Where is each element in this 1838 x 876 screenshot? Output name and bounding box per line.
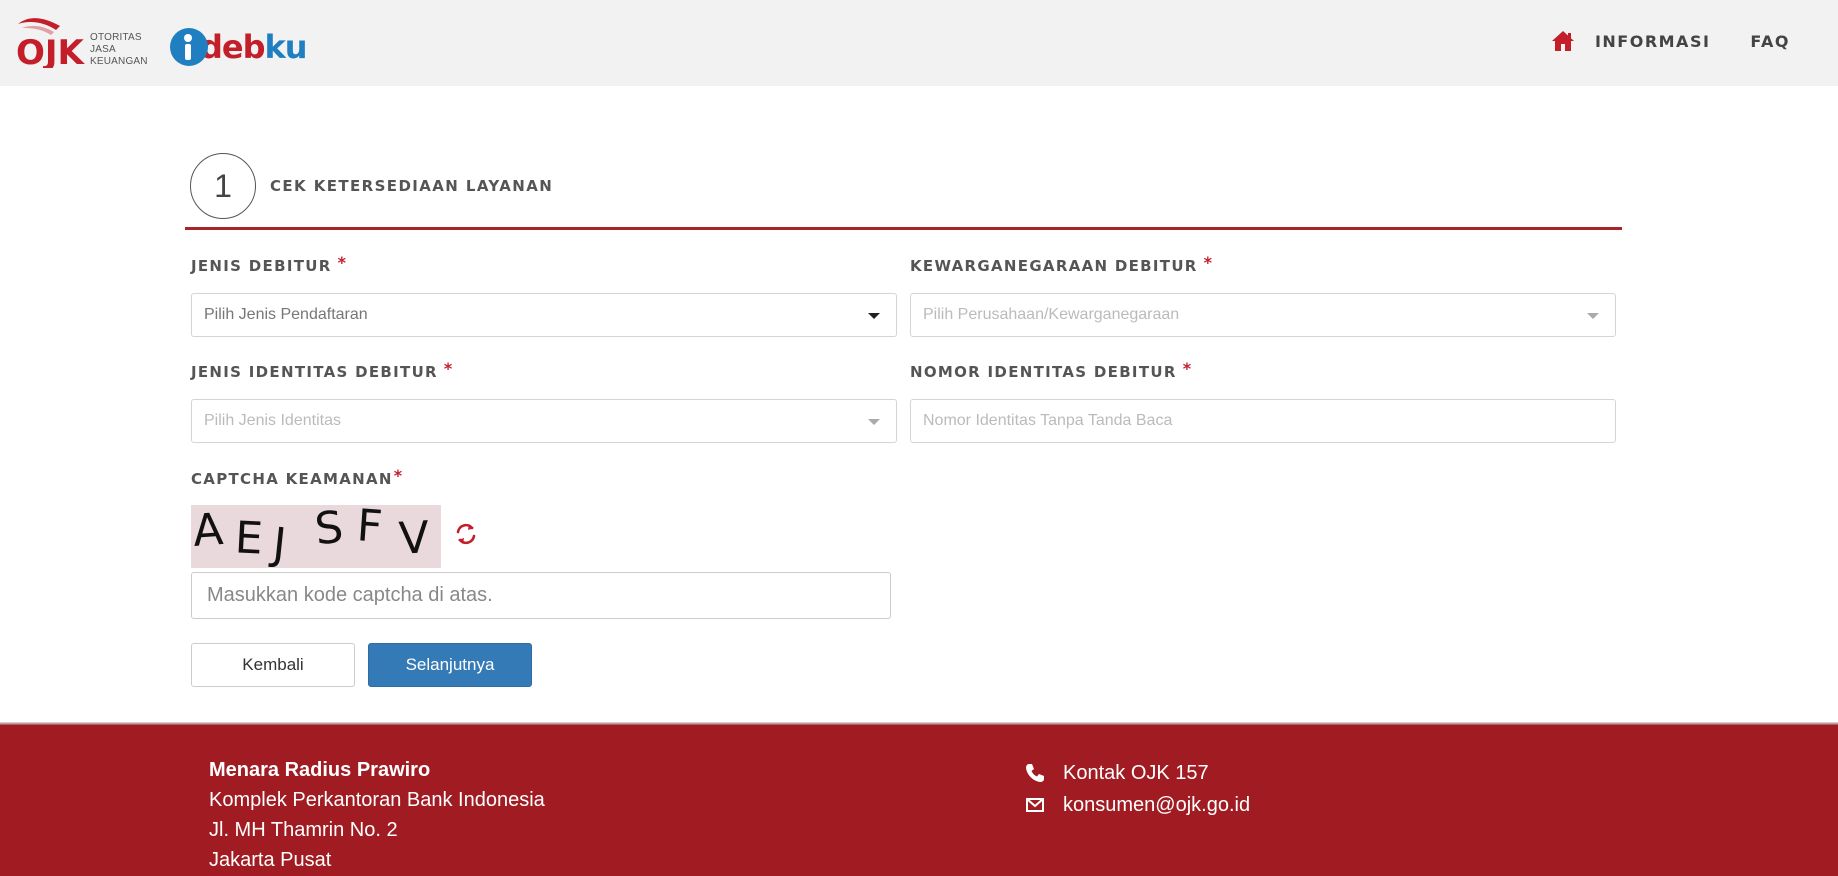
footer-address: Menara Radius Prawiro Komplek Perkantora…: [209, 755, 545, 875]
captcha-char: F: [355, 505, 385, 553]
ojk-text-line: OTORITAS: [90, 32, 142, 43]
jenis-identitas-label: JENIS IDENTITAS DEBITUR *: [191, 359, 454, 382]
nomor-identitas-label: NOMOR IDENTITAS DEBITUR *: [910, 359, 1192, 382]
refresh-icon[interactable]: [454, 521, 478, 547]
idebku-i-icon: [170, 28, 208, 66]
captcha-input[interactable]: [191, 572, 891, 619]
captcha-char: A: [191, 505, 225, 557]
required-marker: *: [1203, 253, 1214, 272]
captcha-label-text: CAPTCHA KEAMANAN: [191, 470, 393, 488]
step-divider: [185, 227, 1622, 230]
idebku-deb: deb: [200, 28, 266, 66]
jenis-debitur-select[interactable]: Pilih Jenis Pendaftaran: [191, 293, 897, 337]
footer-address-line: Komplek Perkantoran Bank Indonesia: [209, 789, 545, 811]
step-number: 1: [190, 153, 256, 219]
contact-email-row[interactable]: konsumen@ojk.go.id: [1025, 789, 1250, 821]
idebku-ku: ku: [264, 28, 308, 66]
step-title: CEK KETERSEDIAAN LAYANAN: [270, 177, 554, 195]
idebku-logo[interactable]: debku: [170, 24, 308, 70]
footer: Menara Radius Prawiro Komplek Perkantora…: [0, 725, 1838, 876]
nomor-identitas-label-text: NOMOR IDENTITAS DEBITUR: [910, 363, 1177, 381]
phone-icon: [1025, 763, 1045, 783]
ojk-logo[interactable]: OJK OTORITAS JASA KEUANGAN: [16, 14, 150, 70]
contact-phone-row[interactable]: Kontak OJK 157: [1025, 757, 1250, 789]
back-button[interactable]: Kembali: [191, 643, 355, 687]
footer-address-line: Jl. MH Thamrin No. 2: [209, 819, 398, 841]
kewarganegaraan-label: KEWARGANEGARAAN DEBITUR *: [910, 253, 1213, 276]
nav-faq-link[interactable]: FAQ: [1750, 32, 1790, 51]
required-marker: *: [1182, 359, 1193, 378]
captcha-char: S: [312, 505, 346, 556]
footer-address-line: Jakarta Pusat: [209, 849, 332, 871]
kewarganegaraan-placeholder: Pilih Perusahaan/Kewarganegaraan: [923, 306, 1180, 323]
contact-email-text: konsumen@ojk.go.id: [1063, 793, 1251, 816]
ojk-logo-mark: OJK: [16, 18, 86, 68]
captcha-char: J: [270, 518, 289, 568]
home-icon[interactable]: [1551, 30, 1575, 52]
captcha-image: A E J S F V: [191, 505, 441, 568]
captcha-char: E: [233, 512, 265, 565]
footer-address-name: Menara Radius Prawiro: [209, 759, 431, 781]
chevron-down-icon: [868, 313, 880, 319]
required-marker: *: [337, 253, 348, 272]
required-marker: *: [393, 466, 404, 485]
step-indicator: 1 CEK KETERSEDIAAN LAYANAN: [190, 153, 553, 219]
jenis-debitur-label-text: JENIS DEBITUR: [191, 257, 332, 275]
required-marker: *: [443, 359, 454, 378]
jenis-identitas-placeholder: Pilih Jenis Identitas: [204, 412, 341, 429]
ojk-text-line: KEUANGAN: [90, 56, 148, 67]
jenis-debitur-placeholder: Pilih Jenis Pendaftaran: [204, 306, 368, 323]
jenis-debitur-label: JENIS DEBITUR *: [191, 253, 347, 276]
top-header: OJK OTORITAS JASA KEUANGAN debku INFORMA…: [0, 0, 1838, 86]
jenis-identitas-label-text: JENIS IDENTITAS DEBITUR: [191, 363, 438, 381]
top-nav: INFORMASI FAQ: [1551, 28, 1790, 54]
chevron-down-icon: [1587, 313, 1599, 319]
ojk-text-line: JASA: [90, 44, 116, 55]
mail-icon: [1025, 795, 1045, 815]
nav-informasi-link[interactable]: INFORMASI: [1595, 32, 1710, 51]
kewarganegaraan-label-text: KEWARGANEGARAAN DEBITUR: [910, 257, 1198, 275]
idebku-wordmark: debku: [200, 28, 308, 66]
footer-contact: Kontak OJK 157 konsumen@ojk.go.id: [1025, 757, 1250, 821]
next-button[interactable]: Selanjutnya: [368, 643, 532, 687]
kewarganegaraan-select[interactable]: Pilih Perusahaan/Kewarganegaraan: [910, 293, 1616, 337]
captcha-char: V: [397, 512, 431, 565]
contact-phone-text: Kontak OJK 157: [1063, 761, 1209, 784]
nomor-identitas-input[interactable]: [910, 399, 1616, 443]
chevron-down-icon: [868, 419, 880, 425]
captcha-label: CAPTCHA KEAMANAN*: [191, 466, 403, 489]
ojk-logo-text: OTORITAS JASA KEUANGAN: [90, 32, 148, 68]
ojk-letters: OJK: [16, 33, 86, 68]
jenis-identitas-select[interactable]: Pilih Jenis Identitas: [191, 399, 897, 443]
